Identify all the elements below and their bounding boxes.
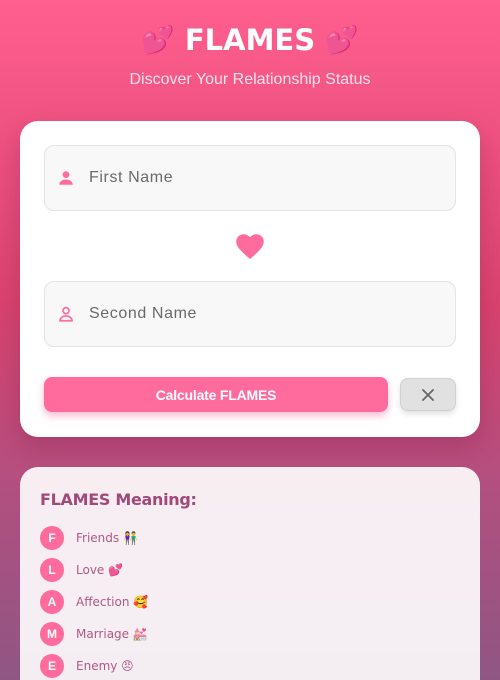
person-outline-icon (59, 306, 73, 322)
meaning-text: Affection 🥰 (76, 595, 149, 609)
meaning-item-friends: F Friends 👫 (40, 526, 440, 550)
letter-badge: F (40, 526, 64, 550)
meaning-title: FLAMES Meaning: (40, 490, 197, 509)
person-icon (59, 171, 73, 185)
first-name-field[interactable] (44, 145, 456, 211)
letter-badge: E (40, 654, 64, 678)
letter-badge: A (40, 590, 64, 614)
two-hearts-icon: 💕 (325, 25, 359, 55)
meaning-item-affection: A Affection 🥰 (40, 590, 440, 614)
meaning-card: FLAMES Meaning: F Friends 👫 L Love 💕 A A… (20, 467, 480, 680)
letter-badge: M (40, 622, 64, 646)
title-row: 💕 FLAMES 💕 (0, 22, 500, 58)
second-name-input[interactable] (89, 282, 449, 346)
second-name-field[interactable] (44, 281, 456, 347)
meaning-item-marriage: M Marriage 💒 (40, 622, 440, 646)
meaning-text: Love 💕 (76, 563, 124, 577)
app-title: FLAMES (184, 23, 316, 57)
meaning-text: Enemy 😠 (76, 659, 134, 673)
two-hearts-icon: 💕 (141, 25, 175, 55)
meaning-text: Friends 👫 (76, 531, 138, 545)
app-subtitle: Discover Your Relationship Status (129, 71, 371, 88)
meaning-text: Marriage 💒 (76, 627, 148, 641)
close-icon (422, 388, 434, 401)
heart-icon (236, 234, 264, 260)
calculate-button[interactable]: Calculate FLAMES (44, 377, 388, 412)
meaning-item-enemy: E Enemy 😠 (40, 654, 440, 678)
input-card: Calculate FLAMES (20, 121, 480, 437)
meaning-item-love: L Love 💕 (40, 558, 440, 582)
letter-badge: L (40, 558, 64, 582)
first-name-input[interactable] (89, 146, 449, 210)
clear-button[interactable] (400, 378, 456, 411)
